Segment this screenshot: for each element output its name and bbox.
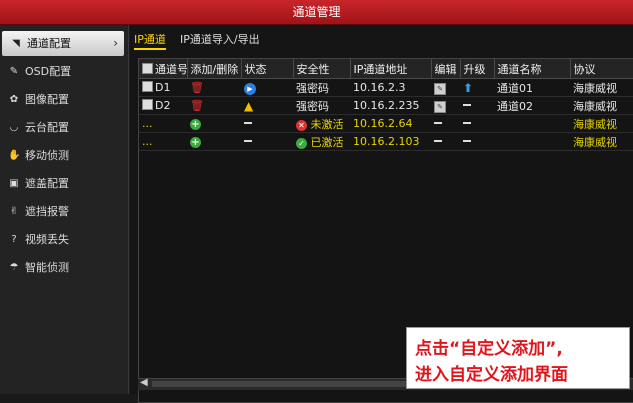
dash-icon: [434, 140, 442, 142]
delete-icon[interactable]: 🗑: [190, 99, 204, 112]
ip-address: 10.16.2.64: [350, 114, 431, 133]
column-header-status: 状态: [241, 59, 294, 79]
security-value: 强密码: [293, 78, 350, 97]
channel-number: ...: [139, 114, 187, 133]
column-header-protocol: 协议: [570, 59, 633, 79]
channel-number: ...: [139, 132, 187, 151]
tab-bar: IP通道 IP通道导入/导出: [130, 31, 633, 50]
sidebar-item-smart-detection[interactable]: ☂ 智能侦测: [0, 255, 128, 280]
column-header-edit: 编辑: [431, 59, 461, 79]
column-header-channel[interactable]: 通道号: [139, 59, 188, 79]
column-header-channel-name: 通道名称: [494, 59, 571, 79]
column-header-upgrade: 升级: [460, 59, 495, 79]
sidebar-item-ptz-config[interactable]: ◡ 云台配置: [0, 115, 128, 140]
row-checkbox[interactable]: [142, 99, 153, 110]
edit-icon[interactable]: ✎: [434, 82, 446, 95]
activated-icon: ✓: [296, 137, 307, 149]
sidebar-item-label: 遮盖配置: [25, 177, 69, 190]
sidebar-item-privacy-mask[interactable]: ▣ 遮盖配置: [0, 171, 128, 196]
sidebar-item-osd-config[interactable]: ✎ OSD配置: [0, 59, 128, 84]
motion-icon: ✋: [8, 150, 21, 161]
channel-name: 通道02: [494, 96, 570, 115]
sidebar-item-label: OSD配置: [25, 65, 72, 78]
smart-detection-icon: ☂: [9, 262, 19, 273]
dash-icon: [463, 140, 471, 142]
sidebar-item-label: 通道配置: [27, 37, 71, 50]
protocol-value: 海康威视: [570, 114, 633, 133]
dash-icon: [244, 140, 252, 142]
window-title: 通道管理: [292, 5, 341, 19]
add-icon[interactable]: +: [190, 119, 201, 130]
column-header-security: 安全性: [293, 59, 351, 79]
protocol-value: 海康威视: [570, 96, 633, 115]
video-loss-icon: ?: [11, 234, 17, 245]
callout-line-2: 进入自定义添加界面: [415, 365, 568, 385]
sidebar-item-label: 移动侦测: [25, 149, 69, 162]
sidebar-item-tamper-alarm[interactable]: ✌ 遮挡报警: [0, 199, 128, 224]
chevron-right-icon: ›: [113, 36, 118, 50]
sidebar: ◥ 通道配置 › ✎ OSD配置 ✿ 图像配置 ◡ 云台配置 ✋ 移动侦测 ▣ …: [0, 25, 129, 394]
row-checkbox[interactable]: [142, 81, 153, 92]
window-title-bar: 通道管理: [0, 0, 633, 25]
warning-icon[interactable]: ▲: [244, 99, 253, 113]
sidebar-item-channel-config[interactable]: ◥ 通道配置 ›: [2, 31, 124, 56]
tab-ip-channel-import-export[interactable]: IP通道导入/导出: [180, 31, 260, 47]
scroll-left-icon[interactable]: ◀: [140, 377, 148, 388]
channel-name: [494, 114, 570, 133]
ip-address: 10.16.2.103: [350, 132, 431, 151]
osd-icon: ✎: [9, 66, 19, 77]
ip-address: 10.16.2.235: [350, 96, 431, 115]
sidebar-item-label: 遮挡报警: [25, 205, 69, 218]
channel-number: D1: [155, 81, 171, 94]
table-header-row: 通道号 添加/删除 状态 安全性 IP通道地址 编辑 升级 通道名称 协议: [139, 59, 633, 79]
sidebar-item-motion-detection[interactable]: ✋ 移动侦测: [0, 143, 128, 168]
callout-line-1: 点击“自定义添加”,: [415, 339, 563, 359]
sidebar-item-label: 视频丢失: [25, 233, 69, 246]
table-row[interactable]: ... + ✓ 已激活 10.16.2.103 海康威视: [139, 132, 633, 151]
protocol-value: 海康威视: [570, 132, 633, 151]
image-icon: ✿: [9, 94, 19, 105]
sidebar-item-label: 云台配置: [25, 121, 69, 134]
ip-address: 10.16.2.3: [350, 78, 431, 97]
delete-icon[interactable]: 🗑: [190, 81, 204, 94]
sidebar-item-label: 图像配置: [25, 93, 69, 106]
column-header-ip-address: IP通道地址: [350, 59, 432, 79]
ptz-icon: ◡: [9, 122, 19, 133]
dash-icon: [463, 104, 471, 106]
annotation-callout: 点击“自定义添加”, 进入自定义添加界面: [406, 327, 630, 389]
add-icon[interactable]: +: [190, 137, 201, 148]
select-all-checkbox[interactable]: [142, 62, 153, 74]
mask-icon: ▣: [9, 178, 19, 189]
column-header-add-delete: 添加/删除: [187, 59, 242, 79]
table-row[interactable]: ... + ✕ 未激活 10.16.2.64 海康威视: [139, 114, 633, 133]
sidebar-item-label: 智能侦测: [25, 261, 69, 274]
tab-ip-channel[interactable]: IP通道: [134, 31, 166, 50]
tamper-icon: ✌: [9, 206, 19, 217]
channel-number: D2: [155, 99, 171, 112]
camera-icon: ◥: [12, 38, 20, 49]
table-row[interactable]: D2 🗑 ▲ 强密码 10.16.2.235 ✎ 通道02 海康威视: [139, 96, 633, 115]
security-value: 强密码: [293, 96, 350, 115]
play-icon[interactable]: ▶: [244, 82, 256, 95]
dash-icon: [244, 122, 252, 124]
dash-icon: [434, 122, 442, 124]
upgrade-arrow-icon[interactable]: ⬆: [463, 81, 473, 95]
protocol-value: 海康威视: [570, 78, 633, 97]
table-row[interactable]: D1 🗑 ▶ 强密码 10.16.2.3 ✎ ⬆ 通道01 海康威视: [139, 78, 633, 97]
dash-icon: [463, 122, 471, 124]
channel-name: 通道01: [494, 78, 570, 97]
edit-icon[interactable]: ✎: [434, 100, 446, 113]
not-activated-icon: ✕: [296, 119, 307, 131]
security-value: 未激活: [310, 117, 344, 131]
channel-name: [494, 132, 570, 151]
sidebar-item-video-loss[interactable]: ? 视频丢失: [0, 227, 128, 252]
sidebar-item-image-config[interactable]: ✿ 图像配置: [0, 87, 128, 112]
security-value: 已激活: [310, 135, 344, 149]
